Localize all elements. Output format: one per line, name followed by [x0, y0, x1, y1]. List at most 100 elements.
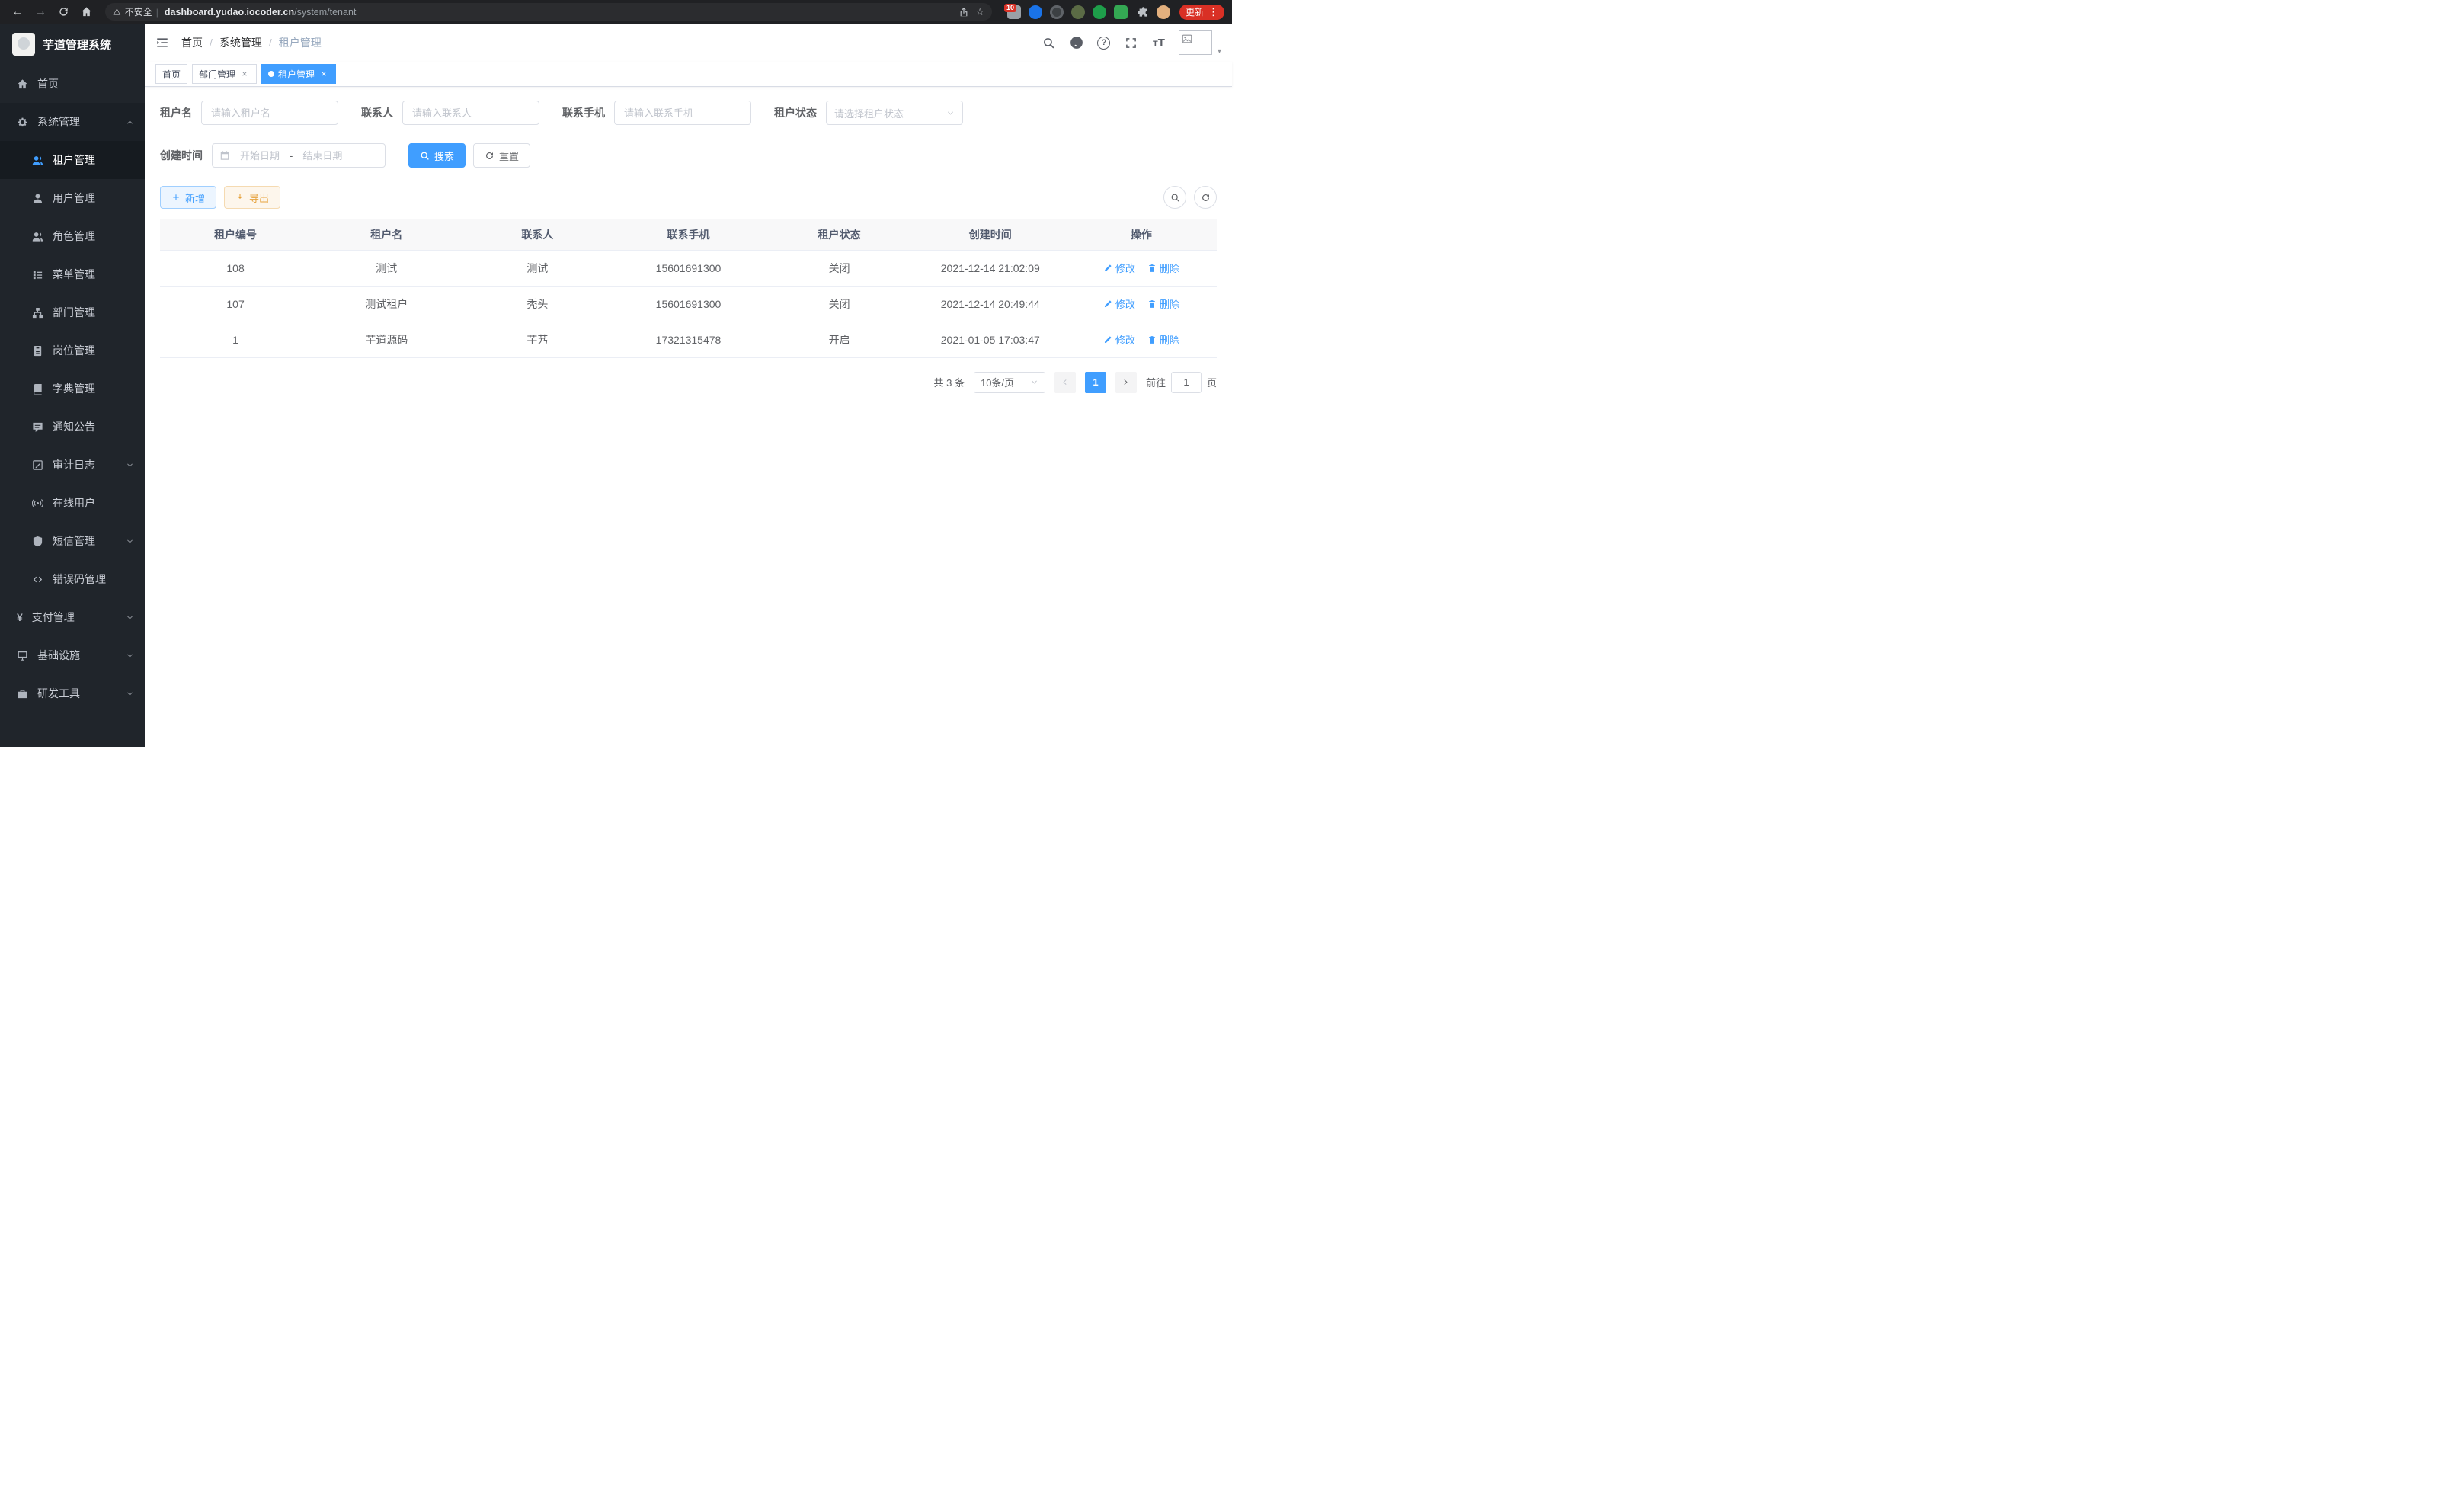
extensions-puzzle-icon[interactable]: [1135, 5, 1149, 19]
extension-badged-icon[interactable]: 10: [1007, 5, 1021, 19]
sidebar-section-infra[interactable]: 基础设施: [0, 636, 145, 674]
page-number-button[interactable]: 1: [1085, 372, 1106, 393]
mobile-input[interactable]: [614, 101, 751, 125]
security-warning[interactable]: ⚠ 不安全 |: [113, 5, 158, 18]
chevron-up-icon: [126, 118, 134, 126]
start-date-input[interactable]: [235, 150, 284, 162]
reset-button[interactable]: 重置: [473, 143, 530, 168]
delete-link-label: 删除: [1160, 261, 1179, 275]
chrome-update-button[interactable]: 更新 ⋮: [1179, 5, 1224, 20]
extension-dark-ring-icon[interactable]: [1050, 5, 1064, 19]
sidebar-section-payment[interactable]: ¥ 支付管理: [0, 598, 145, 636]
sidebar-item-role[interactable]: 角色管理: [0, 217, 145, 255]
close-icon[interactable]: ×: [318, 69, 329, 79]
table-row[interactable]: 107 测试租户 秃头 15601691300 关闭 2021-12-14 20…: [160, 286, 1217, 322]
logo[interactable]: 芋道管理系统: [0, 24, 145, 65]
prev-page-button[interactable]: [1054, 372, 1076, 393]
chrome-menu-icon[interactable]: ⋮: [1208, 6, 1218, 18]
add-button-label: 新增: [185, 190, 205, 205]
user-avatar[interactable]: [1179, 30, 1212, 55]
tab-dept[interactable]: 部门管理 ×: [192, 64, 257, 84]
extension-green-square-icon[interactable]: [1114, 5, 1128, 19]
back-icon[interactable]: ←: [8, 3, 27, 21]
address-bar[interactable]: ⚠ 不安全 | dashboard.yudao.iocoder.cn/syste…: [105, 3, 992, 21]
cell-actions: 修改 删除: [1066, 250, 1217, 286]
delete-link[interactable]: 删除: [1147, 261, 1179, 275]
sidebar-item-post[interactable]: 岗位管理: [0, 331, 145, 370]
cell-status: 开启: [764, 322, 915, 357]
hide-search-icon-button[interactable]: [1163, 186, 1186, 209]
sidebar-item-online-users[interactable]: 在线用户: [0, 484, 145, 522]
broken-image-icon: [1182, 34, 1192, 44]
delete-link[interactable]: 删除: [1147, 296, 1179, 311]
toolbox-icon: [17, 688, 28, 699]
breadcrumb-home[interactable]: 首页: [181, 35, 203, 50]
sidebar-item-audit-log[interactable]: 审计日志: [0, 446, 145, 484]
sidebar-item-label: 通知公告: [53, 419, 95, 434]
sidebar-item-user[interactable]: 用户管理: [0, 179, 145, 217]
profile-avatar-icon[interactable]: [1157, 5, 1170, 19]
extension-green-check-icon[interactable]: [1093, 5, 1106, 19]
table-row[interactable]: 108 测试 测试 15601691300 关闭 2021-12-14 21:0…: [160, 250, 1217, 286]
refresh-icon[interactable]: [53, 3, 73, 21]
status-select[interactable]: 请选择租户状态: [826, 101, 963, 125]
contact-input[interactable]: [402, 101, 539, 125]
edit-link[interactable]: 修改: [1103, 332, 1135, 347]
breadcrumb-current: 租户管理: [279, 35, 322, 50]
sidebar-section-system[interactable]: 系统管理: [0, 103, 145, 141]
column-header: 租户状态: [764, 219, 915, 250]
tab-tenant[interactable]: 租户管理 ×: [261, 64, 336, 84]
sidebar-item-tenant[interactable]: 租户管理: [0, 141, 145, 179]
sidebar-item-dept[interactable]: 部门管理: [0, 293, 145, 331]
breadcrumb-system[interactable]: 系统管理: [219, 35, 262, 50]
sidebar-item-home[interactable]: 首页: [0, 65, 145, 103]
tenant-name-input[interactable]: [201, 101, 338, 125]
caret-down-icon[interactable]: ▾: [1218, 47, 1221, 56]
help-icon[interactable]: ?: [1092, 30, 1116, 56]
reset-button-label: 重置: [499, 149, 519, 163]
next-page-button[interactable]: [1115, 372, 1137, 393]
trash-icon: [1147, 299, 1157, 309]
share-icon[interactable]: [958, 7, 969, 18]
refresh-table-button[interactable]: [1194, 186, 1217, 209]
sidebar-item-notice[interactable]: 通知公告: [0, 408, 145, 446]
tab-label: 租户管理: [278, 68, 315, 81]
extension-olive-icon[interactable]: [1071, 5, 1085, 19]
page-size-select[interactable]: 10条/页: [974, 372, 1045, 393]
bookmark-star-icon[interactable]: ☆: [975, 6, 984, 18]
font-size-icon[interactable]: TT: [1147, 30, 1171, 56]
search-icon[interactable]: [1037, 30, 1061, 56]
page-size-value: 10条/页: [981, 375, 1014, 389]
tab-home[interactable]: 首页: [155, 64, 187, 84]
sidebar-item-dict[interactable]: 字典管理: [0, 370, 145, 408]
cell-status: 关闭: [764, 286, 915, 322]
sidebar-fold-icon[interactable]: [155, 36, 169, 50]
close-icon[interactable]: ×: [239, 69, 250, 79]
home-icon[interactable]: [76, 3, 96, 21]
plus-icon: [171, 193, 181, 202]
export-button[interactable]: 导出: [224, 186, 280, 209]
table-row[interactable]: 1 芋道源码 芋艿 17321315478 开启 2021-01-05 17:0…: [160, 322, 1217, 357]
breadcrumb-separator: /: [269, 37, 272, 49]
extension-blue-icon[interactable]: [1029, 5, 1042, 19]
add-button[interactable]: 新增: [160, 186, 216, 209]
sidebar-item-sms[interactable]: 短信管理: [0, 522, 145, 560]
sidebar-section-dev-tools[interactable]: 研发工具: [0, 674, 145, 712]
date-range-picker[interactable]: -: [212, 143, 386, 168]
sidebar-item-label: 角色管理: [53, 229, 95, 244]
forward-icon[interactable]: →: [30, 3, 50, 21]
search-button[interactable]: 搜索: [408, 143, 466, 168]
status-select-placeholder: 请选择租户状态: [834, 106, 904, 120]
sidebar-item-error-code[interactable]: 错误码管理: [0, 560, 145, 598]
end-date-input[interactable]: [298, 150, 347, 162]
fullscreen-icon[interactable]: [1119, 30, 1144, 56]
tab-label: 部门管理: [199, 68, 235, 81]
sidebar-section-label: 系统管理: [37, 114, 80, 130]
pagination-total: 共 3 条: [934, 375, 965, 389]
github-icon[interactable]: [1064, 30, 1089, 56]
delete-link[interactable]: 删除: [1147, 332, 1179, 347]
edit-link[interactable]: 修改: [1103, 261, 1135, 275]
goto-page-input[interactable]: [1171, 372, 1202, 393]
edit-link[interactable]: 修改: [1103, 296, 1135, 311]
sidebar-item-menu[interactable]: 菜单管理: [0, 255, 145, 293]
